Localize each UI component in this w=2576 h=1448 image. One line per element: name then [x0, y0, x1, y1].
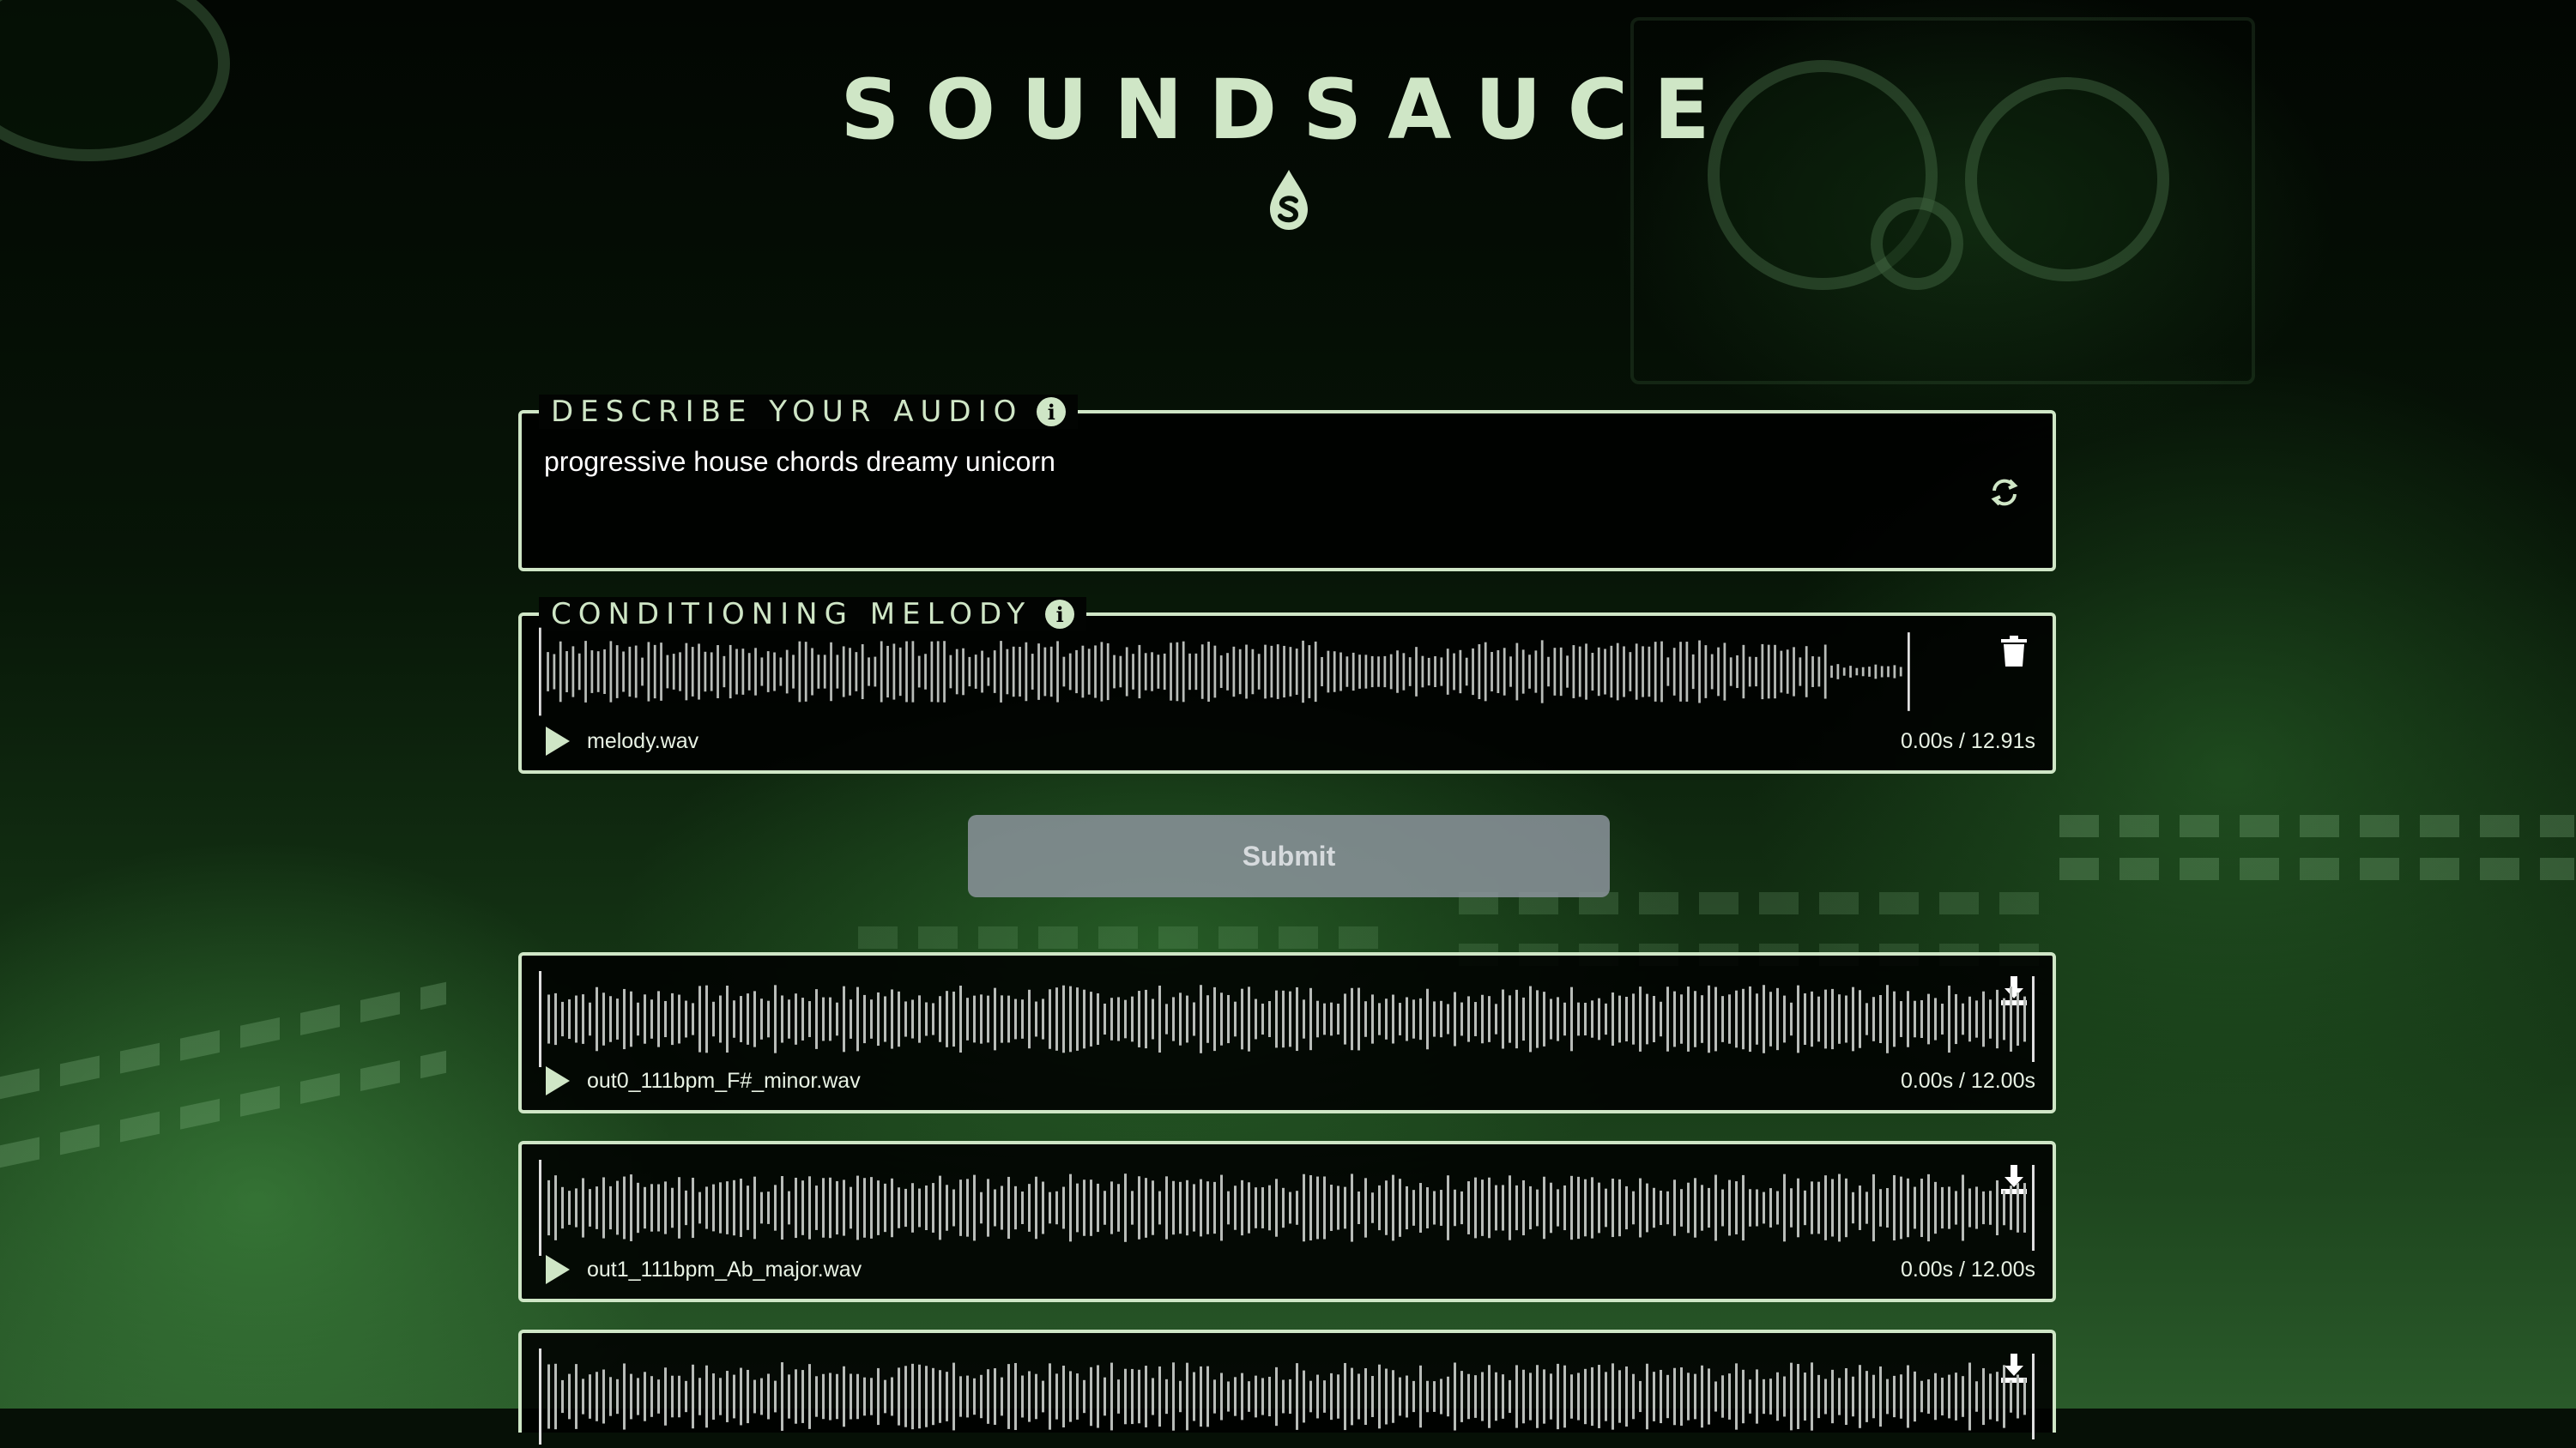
play-button[interactable]: [546, 1066, 570, 1095]
output-waveform[interactable]: [539, 1156, 2035, 1259]
prompt-panel: DESCRIBE YOUR AUDIO i progressive house …: [518, 395, 2056, 571]
melody-player-controls: melody.wav 0.00s / 12.91s: [539, 724, 2035, 758]
output-player-controls: out1_111bpm_Ab_major.wav 0.00s / 12.00s: [539, 1252, 2035, 1287]
output-panel: [518, 1330, 2056, 1445]
output-player-controls: out0_111bpm_F#_minor.wav 0.00s / 12.00s: [539, 1064, 2035, 1098]
time-readout: 0.00s / 12.91s: [1900, 728, 2035, 753]
regenerate-icon[interactable]: [1987, 475, 2022, 510]
output-waveform[interactable]: [539, 1345, 2035, 1448]
output-panel: out1_111bpm_Ab_major.wav 0.00s / 12.00s: [518, 1141, 2056, 1302]
melody-waveform[interactable]: [539, 624, 1911, 719]
file-name: out1_111bpm_Ab_major.wav: [587, 1257, 862, 1282]
time-readout: 0.00s / 12.00s: [1900, 1257, 2035, 1282]
prompt-legend: DESCRIBE YOUR AUDIO i: [539, 395, 1079, 429]
file-name: melody.wav: [587, 728, 699, 753]
output-waveform[interactable]: [539, 968, 2035, 1071]
file-name: out0_111bpm_F#_minor.wav: [587, 1068, 861, 1093]
prompt-label: DESCRIBE YOUR AUDIO: [551, 395, 1024, 429]
sauce-drop-icon: [1270, 170, 1308, 230]
time-readout: 0.00s / 12.00s: [1900, 1068, 2035, 1093]
play-button[interactable]: [546, 1255, 570, 1284]
app-title: SOUNDSAUCE: [840, 62, 1736, 158]
trash-icon[interactable]: [1999, 635, 2029, 667]
submit-button[interactable]: Submit: [968, 815, 1610, 897]
play-button[interactable]: [546, 727, 570, 756]
info-icon[interactable]: i: [1037, 397, 1067, 426]
prompt-input[interactable]: progressive house chords dreamy unicorn: [544, 446, 1055, 478]
melody-panel: CONDITIONING MELODY i melody.wav 0.00s /…: [518, 597, 2056, 774]
output-panel: out0_111bpm_F#_minor.wav 0.00s / 12.00s: [518, 952, 2056, 1113]
